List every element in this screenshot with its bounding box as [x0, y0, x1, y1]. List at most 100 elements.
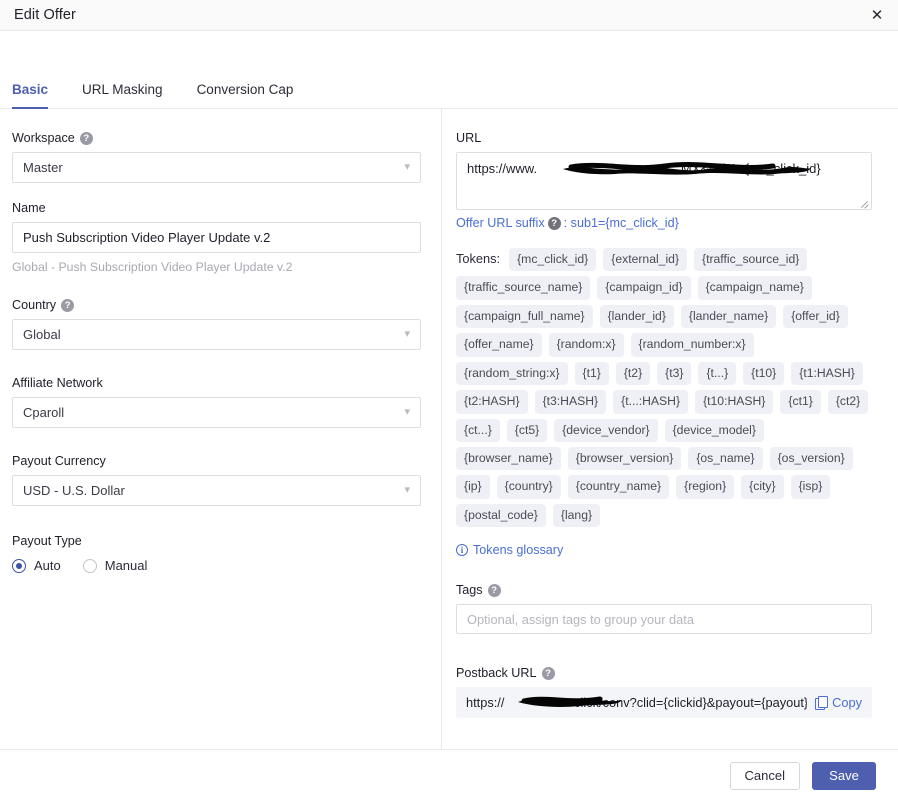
chevron-down-icon: ▾	[404, 328, 410, 340]
token-chip[interactable]: {campaign_full_name}	[456, 304, 593, 329]
payout-type-manual-radio[interactable]: Manual	[82, 558, 148, 573]
token-chip[interactable]: {region}	[676, 475, 735, 499]
payout-type-manual-label: Manual	[104, 558, 148, 573]
payout-type-auto-label: Auto	[34, 558, 61, 573]
token-chip[interactable]: {campaign_name}	[697, 276, 812, 300]
chevron-down-icon: ▾	[404, 406, 410, 418]
token-chip[interactable]: {lander_id}	[599, 304, 674, 329]
help-icon[interactable]: ?	[547, 216, 561, 230]
token-chip[interactable]: {isp}	[790, 475, 831, 499]
token-chip[interactable]: {t3}	[657, 361, 692, 386]
token-chip[interactable]: {random_string:x}	[456, 361, 568, 386]
offer-url-suffix-value: : sub1={mc_click_id}	[563, 216, 679, 230]
token-chip[interactable]: {lander_name}	[680, 304, 777, 329]
token-chip[interactable]: {ip}	[456, 475, 490, 499]
radio-icon	[82, 558, 97, 573]
country-select[interactable]: Global ▾	[12, 319, 421, 350]
save-button[interactable]: Save	[812, 761, 876, 790]
token-chip[interactable]: {t...:HASH}	[613, 390, 689, 414]
workspace-select[interactable]: Master ▾	[12, 152, 421, 183]
url-label: URL	[456, 131, 872, 145]
url-textarea[interactable]: https://www. redacted portion here xxMX&…	[456, 152, 872, 210]
help-icon[interactable]: ?	[541, 666, 555, 680]
cancel-button[interactable]: Cancel	[729, 761, 800, 790]
token-chip[interactable]: {browser_name}	[456, 446, 561, 471]
token-chip[interactable]: {offer_name}	[456, 333, 542, 357]
workspace-field: Workspace ? Master ▾	[12, 131, 421, 183]
close-icon[interactable]: ✕	[866, 4, 888, 26]
tab-conversion-cap[interactable]: Conversion Cap	[197, 82, 294, 109]
token-chip[interactable]: {browser_version}	[567, 446, 682, 471]
token-chip[interactable]: {t1:HASH}	[791, 361, 863, 386]
token-chip[interactable]: {offer_id}	[783, 304, 848, 329]
copy-label: Copy	[832, 695, 862, 711]
tokens-glossary-link[interactable]: i Tokens glossary	[456, 543, 872, 557]
info-icon: i	[456, 544, 468, 557]
payout-type-label-text: Payout Type	[12, 534, 82, 548]
token-chip[interactable]: {device_model}	[664, 418, 764, 442]
left-form-column: Workspace ? Master ▾ Name Push Subscript…	[0, 109, 442, 749]
token-chip[interactable]: {traffic_source_id}	[694, 248, 808, 272]
workspace-label: Workspace ?	[12, 131, 421, 145]
token-chip[interactable]: {city}	[741, 475, 784, 499]
token-chip[interactable]: {t3:HASH}	[534, 390, 607, 414]
token-chip[interactable]: {ct5}	[506, 418, 548, 442]
postback-url-box: https:// redactedxx click/conv?clid={cli…	[456, 687, 872, 719]
tabs-bar: Basic URL Masking Conversion Cap	[0, 31, 898, 109]
token-chip[interactable]: {ct...}	[456, 418, 500, 442]
tags-input[interactable]: Optional, assign tags to group your data	[456, 604, 872, 635]
token-chip[interactable]: {os_version}	[769, 446, 853, 471]
country-label-text: Country	[12, 298, 57, 312]
payout-currency-field: Payout Currency USD - U.S. Dollar ▾	[12, 454, 421, 506]
token-chip[interactable]: {t10}	[743, 361, 785, 386]
tab-basic[interactable]: Basic	[12, 82, 49, 109]
token-chip[interactable]: {external_id}	[603, 248, 688, 272]
postback-url-field: Postback URL ? https:// redactedxx click…	[456, 666, 872, 719]
token-chip[interactable]: {random_number:x}	[630, 333, 754, 357]
right-form-column: URL https://www. redacted portion here x…	[442, 109, 898, 749]
postback-url-prefix: https://	[466, 695, 505, 711]
payout-type-auto-radio[interactable]: Auto	[12, 558, 61, 573]
help-icon[interactable]: ?	[487, 583, 501, 597]
textarea-resize-handle[interactable]	[858, 197, 869, 208]
tab-url-masking[interactable]: URL Masking	[82, 82, 163, 109]
help-icon[interactable]: ?	[79, 131, 93, 145]
payout-currency-label-text: Payout Currency	[12, 454, 106, 468]
token-chip[interactable]: {t10:HASH}	[695, 390, 774, 414]
url-value-suffix: MX&sub1={mc_click_id}	[680, 161, 821, 176]
url-label-text: URL	[456, 131, 482, 145]
token-chip[interactable]: {ct1}	[780, 390, 821, 414]
copy-postback-button[interactable]: Copy	[815, 695, 862, 711]
tags-label-text: Tags	[456, 583, 483, 598]
token-chip[interactable]: {country_name}	[567, 475, 670, 499]
page-title: Edit Offer	[14, 7, 76, 23]
dialog-header: Edit Offer ✕	[0, 0, 898, 31]
token-chip[interactable]: {lang}	[552, 503, 601, 528]
payout-type-field: Payout Type Auto Manual	[12, 534, 421, 573]
token-chip[interactable]: {device_vendor}	[554, 418, 658, 442]
token-chip[interactable]: {mc_click_id}	[509, 248, 597, 272]
name-label-text: Name	[12, 201, 46, 215]
help-icon[interactable]: ?	[61, 298, 75, 312]
token-chip[interactable]: {random:x}	[548, 333, 624, 357]
token-chip[interactable]: {postal_code}	[456, 503, 546, 528]
token-chip[interactable]: {t2:HASH}	[456, 390, 528, 414]
affiliate-network-select[interactable]: Cparoll ▾	[12, 397, 421, 428]
name-input[interactable]: Push Subscription Video Player Update v.…	[12, 222, 421, 253]
chevron-down-icon: ▾	[404, 484, 410, 496]
country-value: Global	[23, 327, 61, 342]
token-chip[interactable]: {traffic_source_name}	[456, 276, 591, 300]
offer-url-suffix-link[interactable]: Offer URL suffix	[456, 216, 545, 230]
payout-currency-value: USD - U.S. Dollar	[23, 483, 125, 498]
token-chip[interactable]: {t2}	[615, 361, 651, 386]
token-chip[interactable]: {t1}	[574, 361, 609, 386]
token-chip[interactable]: {campaign_id}	[597, 276, 691, 300]
token-chip[interactable]: {ct2}	[827, 390, 869, 414]
token-chip[interactable]: {os_name}	[688, 446, 763, 471]
dialog-body: Workspace ? Master ▾ Name Push Subscript…	[0, 109, 898, 749]
postback-url-label-text: Postback URL	[456, 666, 537, 681]
payout-currency-select[interactable]: USD - U.S. Dollar ▾	[12, 475, 421, 506]
token-chip[interactable]: {t...}	[698, 361, 737, 386]
token-chip[interactable]: {country}	[496, 475, 561, 499]
tokens-glossary-label: Tokens glossary	[473, 543, 564, 558]
